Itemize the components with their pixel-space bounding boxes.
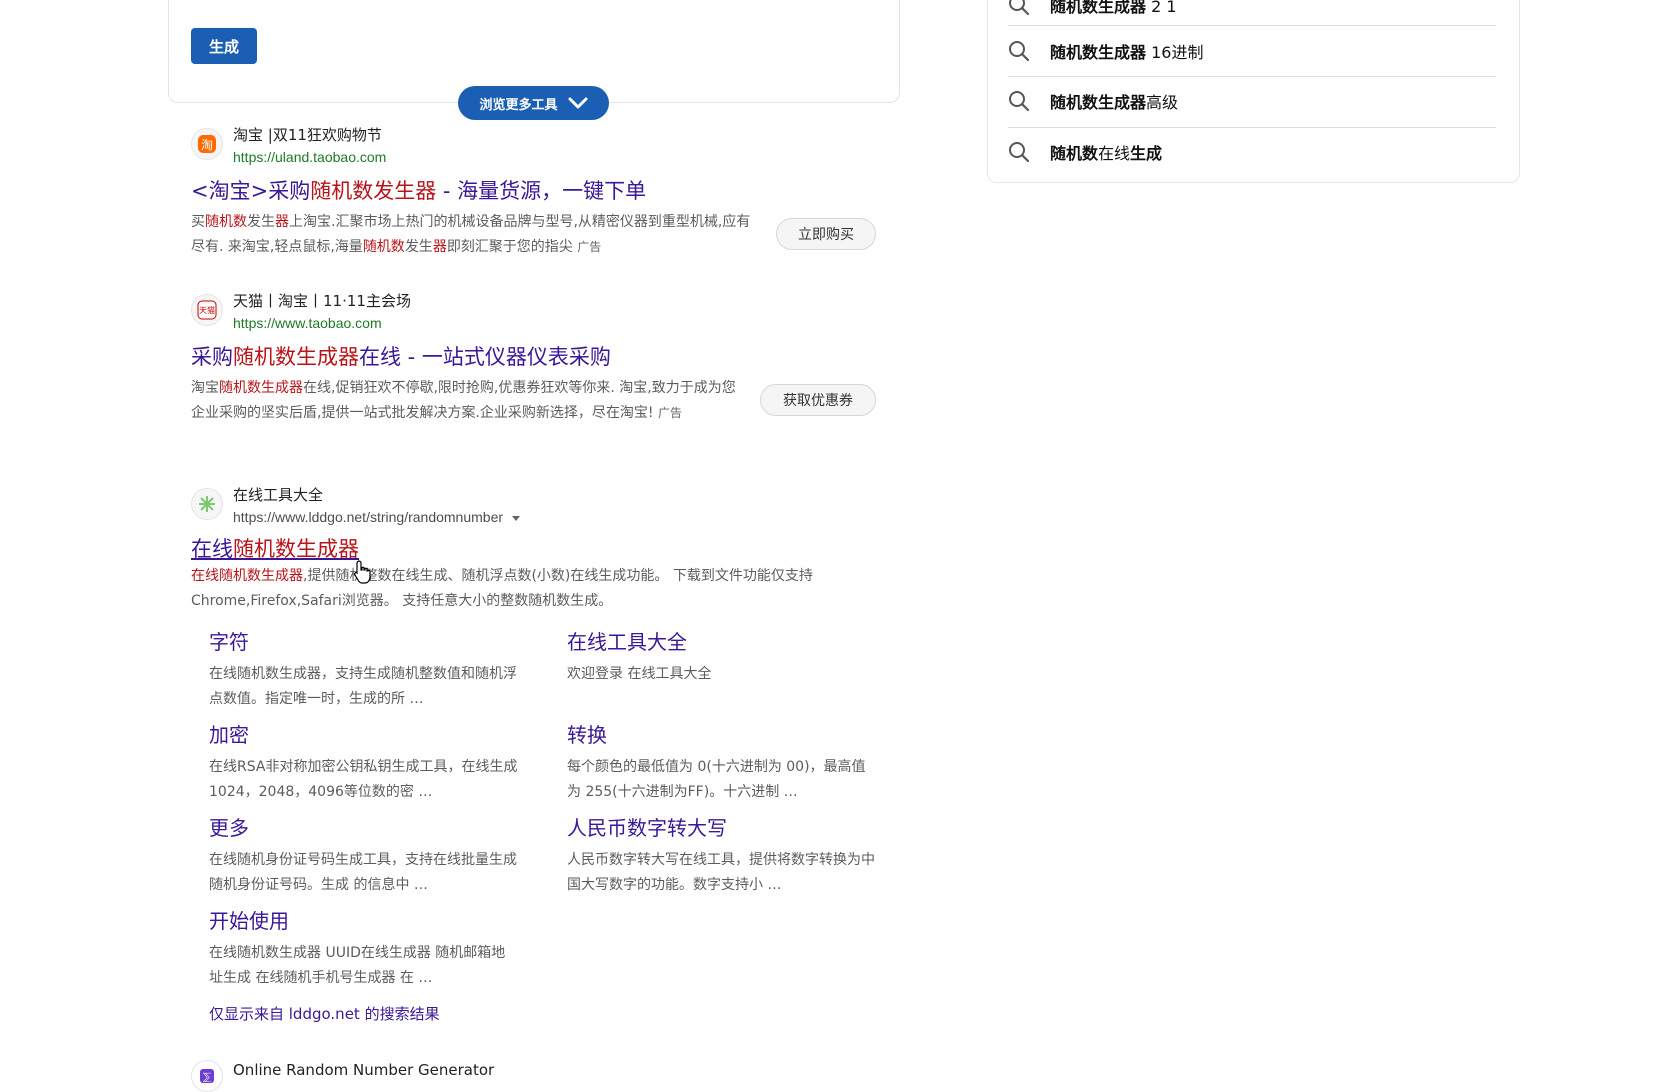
svg-text:天猫: 天猫 [199,305,215,315]
only-from-site-link[interactable]: 仅显示来自 lddgo.net 的搜索结果 [209,1003,440,1024]
site-url[interactable]: https://www.lddgo.net/string/randomnumbe… [233,506,521,528]
site-url[interactable]: https://www.taobao.com [233,312,411,334]
browse-more-tools-button[interactable]: 浏览更多工具 [458,86,609,120]
generate-button[interactable]: 生成 [191,28,257,64]
sitelink-item[interactable]: 加密 在线RSA非对称加密公钥私钥生成工具，在线生成1024，2048，4096… [209,721,519,805]
get-coupon-button[interactable]: 获取优惠券 [760,384,876,416]
search-icon [1009,0,1030,16]
lddgo-favicon-icon [191,488,223,520]
related-search-item[interactable]: 随机数在线生成 [1008,127,1496,177]
sitelink-desc: 在线RSA非对称加密公钥私钥生成工具，在线生成1024，2048，4096等位数… [209,759,518,800]
sitelink-title[interactable]: 在线工具大全 [567,628,877,656]
sitelink-item[interactable]: 转换 每个颜色的最低值为 0(十六进制为 00)，最高值为 255(十六进制为F… [567,721,877,805]
taobao-favicon-icon: 淘 [191,128,223,160]
calculator-favicon-icon: ⅀ [191,1060,223,1092]
sitelink-title[interactable]: 更多 [209,814,519,842]
search-result-partial: ⅀ Online Random Number Generator [191,1056,494,1092]
ad-label: 广告 [577,240,602,254]
result-snippet: 淘宝随机数生成器在线,促销狂欢不停歇,限时抢购,优惠券狂欢等你来. 淘宝,致力于… [191,380,736,421]
result-title-link[interactable]: <淘宝>采购随机数发生器 - 海量货源，一键下单 [191,176,876,206]
search-result-lddgo: 在线工具大全 https://www.lddgo.net/string/rand… [191,484,876,614]
site-name: 天猫丨淘宝丨11·11主会场 [233,292,411,310]
related-search-item[interactable]: 随机数生成器 16进制 [1008,26,1496,76]
sitelink-title[interactable]: 转换 [567,721,877,749]
sitelink-title[interactable]: 开始使用 [209,907,519,935]
svg-text:⅀: ⅀ [203,1072,211,1083]
search-result-ad-taobao: 淘 淘宝 |双11狂欢购物节 https://uland.taobao.com … [191,124,876,260]
sitelink-item[interactable]: 在线工具大全 欢迎登录 在线工具大全 [567,628,877,687]
site-name: 淘宝 |双11狂欢购物节 [233,126,382,144]
sitelink-desc: 在线随机数生成器 UUID在线生成器 随机邮箱地址生成 在线随机手机号生成器 在… [209,945,506,986]
site-name: Online Random Number Generator [233,1061,495,1079]
sitelink-item[interactable]: 字符 在线随机数生成器，支持生成随机整数值和随机浮点数值。指定唯一时，生成的所 … [209,628,519,712]
sitelink-title[interactable]: 加密 [209,721,519,749]
chevron-down-icon [568,97,587,109]
svg-text:淘: 淘 [201,138,213,152]
sitelink-desc: 在线随机身份证号码生成工具，支持在线批量生成随机身份证号码。生成 的信息中 … [209,852,517,893]
sitelink-desc: 每个颜色的最低值为 0(十六进制为 00)，最高值为 255(十六进制为FF)。… [567,759,866,800]
site-url[interactable]: https://uland.taobao.com [233,146,386,168]
ad-label: 广告 [657,406,682,420]
related-search-item[interactable]: 随机数生成器高级 [1008,76,1496,126]
result-title-link[interactable]: 在线随机数生成器 [191,534,876,564]
sitelink-item[interactable]: 开始使用 在线随机数生成器 UUID在线生成器 随机邮箱地址生成 在线随机手机号… [209,907,519,991]
result-snippet: 买随机数发生器上淘宝.汇聚市场上热门的机械设备品牌与型号,从精密仪器到重型机械,… [191,214,751,255]
sitelink-desc: 欢迎登录 在线工具大全 [567,666,712,682]
browse-more-tools-label: 浏览更多工具 [479,97,558,113]
search-icon [1009,91,1030,112]
sitelink-item[interactable]: 更多 在线随机身份证号码生成工具，支持在线批量生成随机身份证号码。生成 的信息中… [209,814,519,898]
result-snippet: 在线随机数生成器,提供随机整数在线生成、随机浮点数(小数)在线生成功能。 下载到… [191,568,813,609]
search-icon [1009,142,1030,163]
url-caret-down-icon[interactable] [511,514,521,522]
hand-cursor-icon [354,560,371,584]
sitelink-desc: 人民币数字转大写在线工具，提供将数字转换为中国大写数字的功能。数字支持小 … [567,852,875,893]
sitelink-title[interactable]: 字符 [209,628,519,656]
buy-now-button[interactable]: 立即购买 [776,218,876,250]
tmall-favicon-icon: 天猫 [191,294,223,326]
sitelink-desc: 在线随机数生成器，支持生成随机整数值和随机浮点数值。指定唯一时，生成的所 … [209,666,517,707]
search-icon [1009,41,1030,62]
site-name: 在线工具大全 [233,486,324,504]
sitelink-title[interactable]: 人民币数字转大写 [567,814,877,842]
sitelink-item[interactable]: 人民币数字转大写 人民币数字转大写在线工具，提供将数字转换为中国大写数字的功能。… [567,814,877,898]
result-title-link[interactable]: 采购随机数生成器在线 - 一站式仪器仪表采购 [191,342,876,372]
